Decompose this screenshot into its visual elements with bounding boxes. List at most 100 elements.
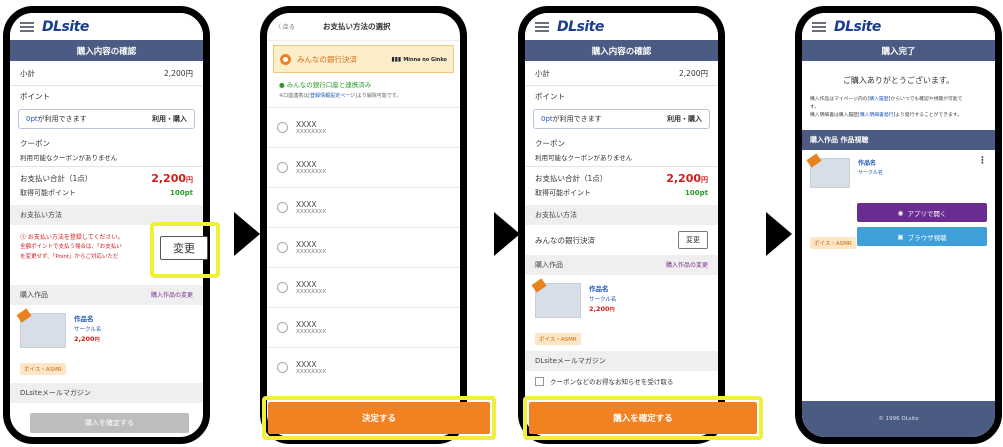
top-bar: DLsite — [802, 13, 995, 40]
bank-logo-icon: ▮▮▮ — [391, 55, 404, 63]
phone-screen-confirm-registered: DLsite 購入内容の確認 小計 2,200円 ポイント 0ptが利用できます… — [518, 6, 725, 444]
items-change-link[interactable]: 購入作品の変更 — [666, 260, 708, 270]
radio-icon[interactable] — [277, 202, 288, 213]
work-name[interactable]: 作品名 — [589, 283, 616, 293]
confirm-purchase-button-disabled[interactable]: 購入を確定する — [30, 413, 189, 433]
point-label: ポイント — [20, 91, 50, 101]
footer: © 1996 DLsite — [802, 401, 995, 437]
check-circle-icon: ● — [279, 81, 285, 89]
completion-note: 購入作品はマイページ内の[購入履歴]からいつでも確認や視聴が可能で す。 購入明… — [810, 97, 963, 119]
mail-magazine-option[interactable]: クーポンなどのお得なお知らせを受け取る — [525, 371, 718, 391]
subtotal-value: 2,200円 — [679, 68, 708, 78]
point-label: ポイント — [535, 91, 565, 101]
payment-option-detail: XXXXXXXX — [296, 249, 327, 255]
items-label: 購入作品 — [535, 261, 563, 269]
payment-option[interactable]: XXXX XXXXXXXX — [267, 347, 460, 387]
copyright: © 1996 DLsite — [878, 416, 919, 422]
work-item[interactable]: 作品名 サークル名 2,200円 — [10, 305, 203, 356]
decide-button[interactable]: 決定する — [268, 402, 490, 434]
circle-name[interactable]: サークル名 — [858, 169, 987, 176]
work-thumbnail[interactable] — [20, 313, 66, 348]
radio-icon[interactable] — [277, 162, 288, 173]
top-bar: DLsite — [10, 13, 203, 40]
mail-magazine-checkbox[interactable] — [535, 376, 544, 386]
payment-option-detail: XXXXXXXX — [296, 169, 327, 175]
work-tag: ボイス・ASMR — [810, 237, 856, 249]
dlsite-logo[interactable]: DLsite — [557, 19, 604, 35]
payment-option[interactable]: XXXX XXXXXXXX — [267, 267, 460, 307]
radio-icon[interactable] — [277, 122, 288, 133]
total-row: お支払い合計（1点） 2,200円 — [535, 172, 708, 185]
work-thumbnail[interactable] — [810, 158, 850, 189]
mail-magazine-checkbox-label: クーポンなどのお得なお知らせを受け取る — [550, 378, 674, 386]
point-avail-text: が利用できます — [37, 115, 87, 123]
hamburger-menu-icon[interactable] — [20, 21, 34, 32]
page-title: お支払い方法の選択 — [323, 22, 391, 31]
dlsite-logo[interactable]: DLsite — [834, 19, 881, 35]
total-value: 2,200 — [151, 172, 186, 185]
payment-option[interactable]: XXXX XXXXXXXX — [267, 307, 460, 347]
header: 〈 戻る お支払い方法の選択 — [267, 13, 460, 41]
settings-page-link[interactable]: 登録情報設定ページ — [310, 93, 355, 99]
page-title: 購入内容の確認 — [525, 40, 718, 61]
purchase-history-link[interactable]: 購入履歴 — [869, 97, 888, 102]
open-in-app-button[interactable]: ◉ アプリで開く — [857, 203, 987, 222]
phone-screen-purchase-complete: DLsite 購入完了 ご購入ありがとうございます。 購入作品はマイページ内の[… — [795, 6, 1002, 444]
radio-icon[interactable] — [277, 242, 288, 253]
works-section-header: 購入作品 作品視聴 — [802, 130, 995, 151]
mail-magazine-header: DLsiteメールマガジン — [525, 351, 718, 371]
items-change-link[interactable]: 購入作品の変更 — [151, 290, 193, 300]
flow-arrow-icon — [766, 212, 792, 256]
point-use-link[interactable]: 利用・購入 — [667, 114, 702, 124]
work-item[interactable]: 作品名 サークル名 2,200円 — [525, 275, 718, 326]
payment-option-name: XXXX — [296, 120, 317, 129]
payment-option[interactable]: XXXX XXXXXXXX — [267, 147, 460, 187]
total-label: お支払い合計（1点） — [535, 174, 608, 183]
payment-method-row: みんなの銀行決済 変更 — [525, 225, 718, 255]
work-item[interactable]: 作品名 サークル名 ⋮ — [802, 150, 995, 192]
payment-option-name: XXXX — [296, 320, 317, 329]
subtotal-value: 2,200円 — [164, 68, 193, 78]
radio-icon[interactable] — [277, 282, 288, 293]
work-name[interactable]: 作品名 — [74, 313, 101, 323]
circle-name[interactable]: サークル名 — [589, 295, 616, 303]
payment-option-name: XXXX — [296, 240, 317, 249]
payment-option[interactable]: XXXX XXXXXXXX — [267, 227, 460, 267]
dlsite-logo[interactable]: DLsite — [42, 19, 89, 35]
radio-icon[interactable] — [277, 362, 288, 373]
point-avail-text: が利用できます — [552, 115, 602, 123]
point-amount: 0pt — [541, 115, 553, 123]
subtotal-row: 小計 2,200円 — [10, 61, 203, 85]
selected-payment-option[interactable]: みんなの銀行決済 ▮▮▮ Minna no Ginko — [273, 45, 454, 73]
payment-option[interactable]: XXXX XXXXXXXX — [267, 107, 460, 147]
invoice-link[interactable]: 購入明細書発行 — [860, 113, 894, 118]
back-link[interactable]: 〈 戻る — [275, 22, 323, 31]
browser-view-button[interactable]: ▣ ブラウザ視聴 — [857, 227, 987, 246]
more-options-icon[interactable]: ⋮ — [978, 156, 987, 166]
hamburger-menu-icon[interactable] — [535, 21, 549, 32]
thanks-message: ご購入ありがとうございます。 — [842, 76, 955, 85]
payment-option[interactable]: XXXX XXXXXXXX — [267, 187, 460, 227]
top-bar: DLsite — [525, 13, 718, 40]
radio-selected-icon[interactable] — [280, 53, 291, 65]
earn-value: 100pt — [685, 189, 708, 197]
earn-row: 取得可能ポイント 100pt — [10, 187, 203, 199]
payment-method: みんなの銀行決済 — [535, 235, 595, 245]
work-name[interactable]: 作品名 — [858, 158, 987, 167]
radio-icon[interactable] — [277, 322, 288, 333]
app-icon: ◉ — [897, 208, 904, 217]
work-thumbnail[interactable] — [535, 283, 581, 318]
earn-label: 取得可能ポイント — [20, 189, 76, 197]
point-use-link[interactable]: 利用・購入 — [152, 114, 187, 124]
page-title: 購入完了 — [802, 40, 995, 61]
confirm-purchase-button[interactable]: 購入を確定する — [529, 402, 757, 434]
payment-option-detail: XXXXXXXX — [296, 289, 327, 295]
change-payment-button[interactable]: 変更 — [160, 236, 208, 260]
circle-name[interactable]: サークル名 — [74, 325, 101, 333]
linked-status: ● みんなの銀行口座と連携済み — [279, 81, 372, 89]
change-payment-button[interactable]: 変更 — [678, 231, 708, 249]
hamburger-menu-icon[interactable] — [812, 21, 826, 32]
browser-icon: ▣ — [897, 232, 904, 241]
work-tag: ボイス・ASMR — [20, 363, 66, 375]
mail-magazine-header: DLsiteメールマガジン — [10, 383, 203, 403]
